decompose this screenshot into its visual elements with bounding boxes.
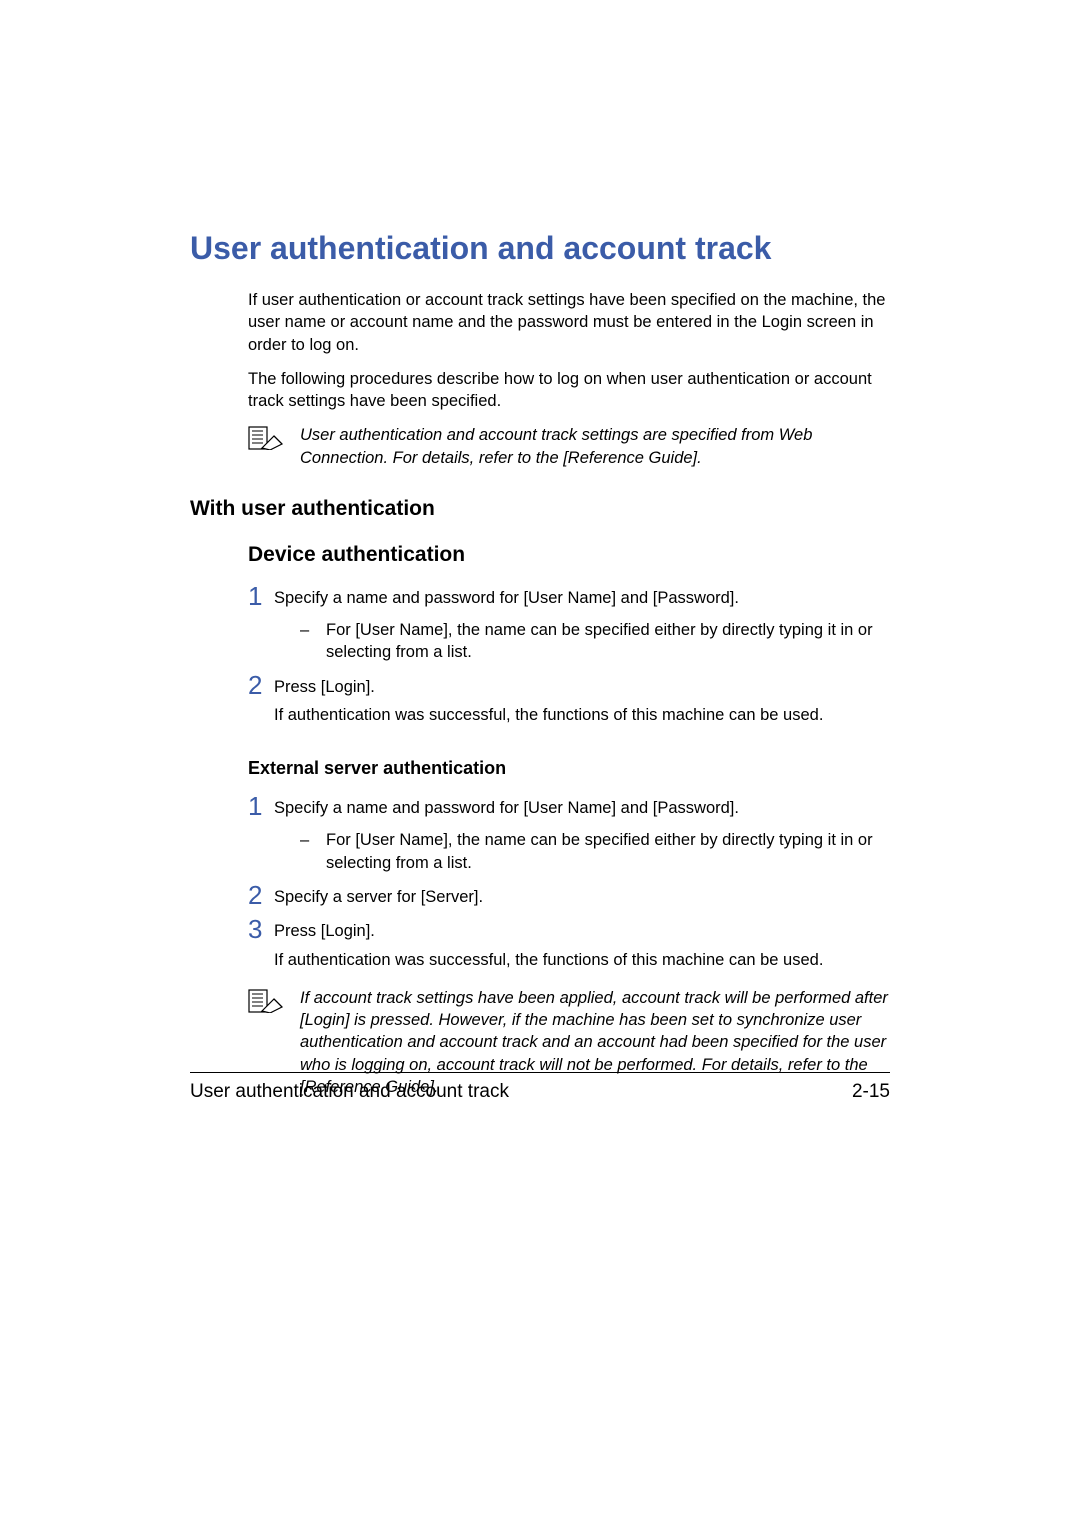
step-body: Press [Login]. If authentication was suc… [274,674,823,733]
step-text: Specify a server for [Server]. [274,886,483,908]
step-text: Press [Login]. [274,920,823,942]
footer-left: User authentication and account track [190,1081,509,1103]
footer-rule [190,1072,890,1073]
note-text-1: User authentication and account track se… [300,424,890,469]
sub-text: For [User Name], the name can be specifi… [326,619,890,664]
intro-block: If user authentication or account track … [190,289,890,412]
note-icon [248,989,286,1018]
step-number: 3 [248,916,274,942]
sub-row: – For [User Name], the name can be speci… [190,619,890,664]
page-title: User authentication and account track [190,230,890,267]
step-number: 1 [248,793,274,819]
step-body: Specify a name and password for [User Na… [274,585,739,615]
footer-right: 2-15 [852,1081,890,1103]
step-row: 3 Press [Login]. If authentication was s… [190,918,890,977]
section-device-auth: Device authentication [190,543,890,567]
sub-row: – For [User Name], the name can be speci… [190,829,890,874]
footer-line: User authentication and account track 2-… [190,1081,890,1103]
note-icon [248,426,286,455]
step-body: Specify a server for [Server]. [274,884,483,914]
step-body: Press [Login]. If authentication was suc… [274,918,823,977]
dash-bullet: – [300,619,326,641]
step-row: 1 Specify a name and password for [User … [190,795,890,825]
step-number: 2 [248,672,274,698]
page-content: User authentication and account track If… [0,0,1080,1098]
dash-bullet: – [300,829,326,851]
step-text: Specify a name and password for [User Na… [274,797,739,819]
step-after: If authentication was successful, the fu… [274,949,823,971]
note-block-1: User authentication and account track se… [190,424,890,469]
step-number: 2 [248,882,274,908]
step-text: Specify a name and password for [User Na… [274,587,739,609]
page-footer: User authentication and account track 2-… [190,1072,890,1103]
intro-paragraph-1: If user authentication or account track … [248,289,890,356]
sub-text: For [User Name], the name can be specifi… [326,829,890,874]
step-text: Press [Login]. [274,676,823,698]
intro-paragraph-2: The following procedures describe how to… [248,368,890,413]
step-number: 1 [248,583,274,609]
section-external-auth: External server authentication [190,758,890,779]
section-with-user-auth: With user authentication [190,497,890,521]
step-row: 1 Specify a name and password for [User … [190,585,890,615]
step-row: 2 Specify a server for [Server]. [190,884,890,914]
step-row: 2 Press [Login]. If authentication was s… [190,674,890,733]
step-body: Specify a name and password for [User Na… [274,795,739,825]
step-after: If authentication was successful, the fu… [274,704,823,726]
